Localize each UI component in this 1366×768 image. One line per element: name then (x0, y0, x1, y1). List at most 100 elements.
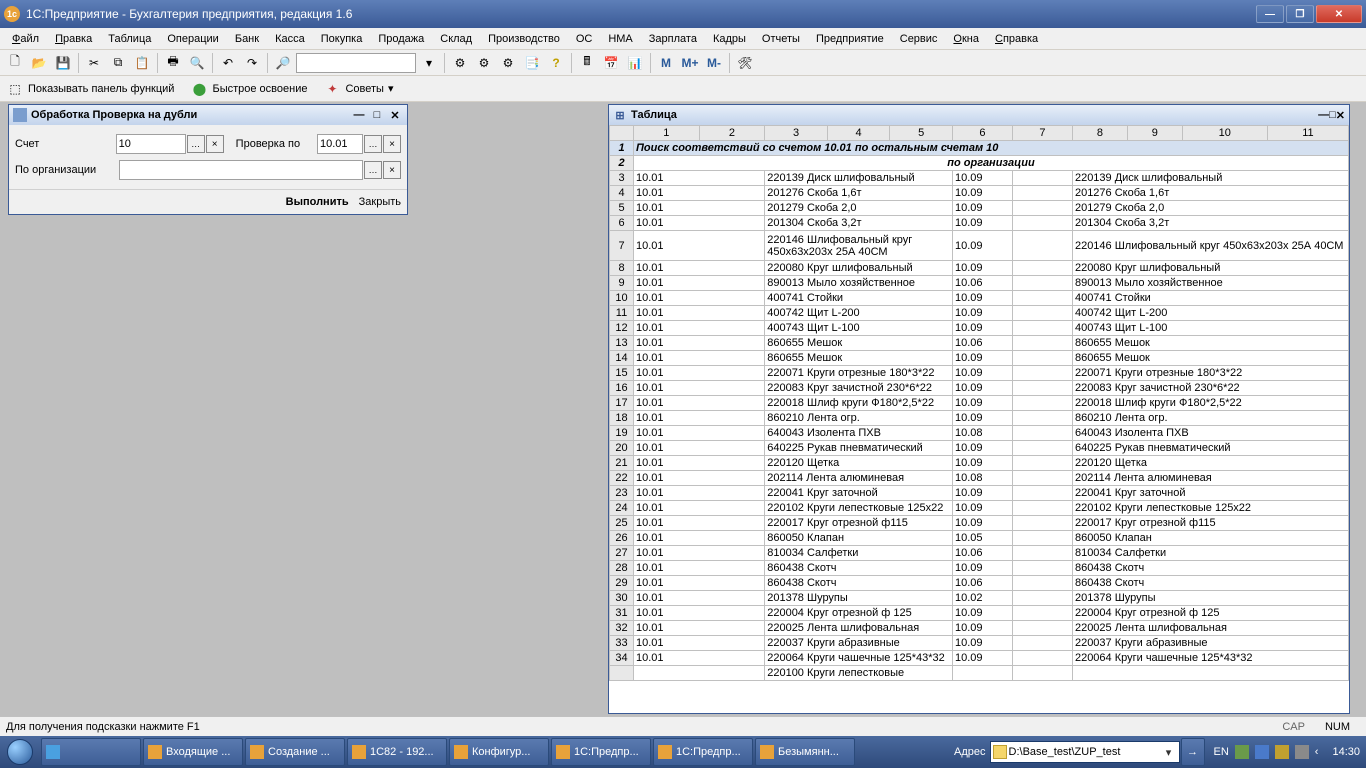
lang-indicator[interactable]: EN (1214, 746, 1229, 758)
table-row[interactable]: 2810.01860438 Скотч10.09860438 Скотч (610, 561, 1349, 576)
paste-icon[interactable]: 📋 (131, 52, 153, 74)
help-icon[interactable]: ? (545, 52, 567, 74)
table-row[interactable]: 3310.01220037 Круги абразивные10.0922003… (610, 636, 1349, 651)
checkby-input[interactable] (317, 134, 363, 154)
menu-Правка[interactable]: Правка (47, 31, 100, 47)
org-clear-button[interactable]: × (383, 161, 401, 179)
table-row[interactable]: 1510.01220071 Круги отрезные 180*3*2210.… (610, 366, 1349, 381)
taskbar-item[interactable]: Создание ... (245, 738, 345, 766)
table-row[interactable]: 610.01201304 Скоба 3,2т10.09201304 Скоба… (610, 216, 1349, 231)
menu-Зарплата[interactable]: Зарплата (641, 31, 705, 47)
dialog-maximize-button[interactable]: □ (369, 108, 385, 122)
table-row[interactable]: 710.01220146 Шлифовальный круг 450х63х20… (610, 231, 1349, 261)
table-row[interactable]: 810.01220080 Круг шлифовальный10.0922008… (610, 261, 1349, 276)
tray-icon-2[interactable] (1255, 745, 1269, 759)
table-row[interactable]: 3010.01201378 Шурупы10.02201378 Шурупы (610, 591, 1349, 606)
menu-Производство[interactable]: Производство (480, 31, 568, 47)
spreadsheet-grid[interactable]: 12345678910111Поиск соответствий со счет… (609, 125, 1349, 713)
table-row[interactable]: 310.01220139 Диск шлифовальный10.0922013… (610, 171, 1349, 186)
taskbar-item[interactable]: 1С:Предпр... (551, 738, 651, 766)
table-row[interactable]: 3410.01220064 Круги чашечные 125*43*3210… (610, 651, 1349, 666)
tray-icon-4[interactable] (1295, 745, 1309, 759)
tray-expand-icon[interactable]: ‹ (1315, 746, 1319, 758)
dialog-close-button[interactable]: ✕ (387, 108, 403, 122)
table-row[interactable]: 1910.01640043 Изолента ПХВ10.08640043 Из… (610, 426, 1349, 441)
account-input[interactable] (116, 134, 186, 154)
calc-icon[interactable]: 🖩 (576, 52, 598, 74)
table-row[interactable]: 410.01201276 Скоба 1,6т10.09201276 Скоба… (610, 186, 1349, 201)
clock[interactable]: 14:30 (1326, 746, 1366, 758)
tray-icon-1[interactable] (1235, 745, 1249, 759)
table-row[interactable]: 2110.01220120 Щетка10.09220120 Щетка (610, 456, 1349, 471)
m-clear-button[interactable]: М (655, 52, 677, 74)
menu-Таблица[interactable]: Таблица (100, 31, 159, 47)
tools-icon[interactable]: 🛠 (734, 52, 756, 74)
sheet-close-button[interactable]: ✕ (1336, 109, 1345, 122)
menu-Файл[interactable]: Файл (4, 31, 47, 47)
table-row[interactable]: 1210.01400743 Щит L-10010.09400743 Щит L… (610, 321, 1349, 336)
tool4-icon[interactable]: 📑 (521, 52, 543, 74)
table-row[interactable]: 2910.01860438 Скотч10.06860438 Скотч (610, 576, 1349, 591)
menu-Касса[interactable]: Касса (267, 31, 313, 47)
menu-Продажа[interactable]: Продажа (370, 31, 432, 47)
menu-Предприятие[interactable]: Предприятие (808, 31, 892, 47)
show-panel-link[interactable]: Показывать панель функций (28, 83, 174, 95)
m-minus-button[interactable]: М- (703, 52, 725, 74)
menu-Покупка[interactable]: Покупка (313, 31, 371, 47)
minimize-button[interactable]: — (1256, 5, 1284, 23)
quick-icon[interactable]: ⬤ (188, 78, 210, 100)
table-row[interactable]: 3110.01220004 Круг отрезной ф 12510.0922… (610, 606, 1349, 621)
panel-icon[interactable]: ⬚ (4, 78, 26, 100)
table-row[interactable]: 1410.01860655 Мешок10.09860655 Мешок (610, 351, 1349, 366)
run-button[interactable]: Выполнить (286, 196, 349, 208)
table-row[interactable]: 510.01201279 Скоба 2,010.09201279 Скоба … (610, 201, 1349, 216)
print-icon[interactable]: 🖶 (162, 52, 184, 74)
redo-icon[interactable]: ↷ (241, 52, 263, 74)
taskbar-item[interactable]: 1С82 - 192... (347, 738, 447, 766)
dialog-minimize-button[interactable]: — (351, 108, 367, 122)
table-row[interactable]: 1610.01220083 Круг зачистной 230*6*2210.… (610, 381, 1349, 396)
search-input[interactable] (296, 53, 416, 73)
menu-НМА[interactable]: НМА (600, 31, 640, 47)
table-row[interactable]: 1310.01860655 Мешок10.06860655 Мешок (610, 336, 1349, 351)
tips-link[interactable]: Советы (345, 83, 383, 95)
org-select-button[interactable]: … (364, 161, 382, 179)
menu-ОС[interactable]: ОС (568, 31, 601, 47)
tool3-icon[interactable]: ⚙ (497, 52, 519, 74)
taskbar-item[interactable]: 1С:Предпр... (653, 738, 753, 766)
search-go-icon[interactable]: ▾ (418, 52, 440, 74)
tray-icon-3[interactable] (1275, 745, 1289, 759)
address-go-button[interactable]: → (1181, 738, 1205, 766)
quick-link[interactable]: Быстрое освоение (212, 83, 307, 95)
table-row[interactable]: 2010.01640225 Рукав пневматический10.096… (610, 441, 1349, 456)
menu-Окна[interactable]: Окна (945, 31, 987, 47)
menu-Справка[interactable]: Справка (987, 31, 1046, 47)
copy-icon[interactable]: ⧉ (107, 52, 129, 74)
maximize-button[interactable]: ❐ (1286, 5, 1314, 23)
new-icon[interactable]: 🗋 (4, 52, 26, 74)
table-row[interactable]: 220100 Круги лепестковые (610, 666, 1349, 681)
start-button[interactable] (0, 736, 40, 768)
table-row[interactable]: 2610.01860050 Клапан10.05860050 Клапан (610, 531, 1349, 546)
address-dropdown-icon[interactable]: ▾ (1161, 746, 1177, 759)
preview-icon[interactable]: 🔍 (186, 52, 208, 74)
table-row[interactable]: 3210.01220025 Лента шлифовальная10.09220… (610, 621, 1349, 636)
m-plus-button[interactable]: М+ (679, 52, 701, 74)
menu-Кадры[interactable]: Кадры (705, 31, 754, 47)
calendar-icon[interactable]: 📅 (600, 52, 622, 74)
menu-Сервис[interactable]: Сервис (892, 31, 946, 47)
table-row[interactable]: 1710.01220018 Шлиф круги Ф180*2,5*2210.0… (610, 396, 1349, 411)
account-clear-button[interactable]: × (206, 135, 224, 153)
table-row[interactable]: 2510.01220017 Круг отрезной ф11510.09220… (610, 516, 1349, 531)
address-input[interactable]: D:\Base_test\ZUP_test ▾ (990, 741, 1180, 763)
table-row[interactable]: 2310.01220041 Круг заточной10.09220041 К… (610, 486, 1349, 501)
checkby-clear-button[interactable]: × (383, 135, 401, 153)
undo-icon[interactable]: ↶ (217, 52, 239, 74)
find-icon[interactable]: 🔎 (272, 52, 294, 74)
taskbar-item[interactable]: Конфигур... (449, 738, 549, 766)
sheet-maximize-button[interactable]: □ (1329, 109, 1336, 121)
table-row[interactable]: 2210.01202114 Лента алюминевая10.0820211… (610, 471, 1349, 486)
table-row[interactable]: 2710.01810034 Салфетки10.06810034 Салфет… (610, 546, 1349, 561)
taskbar-item[interactable]: Входящие ... (143, 738, 243, 766)
table-row[interactable]: 2410.01220102 Круги лепестковые 125х2210… (610, 501, 1349, 516)
